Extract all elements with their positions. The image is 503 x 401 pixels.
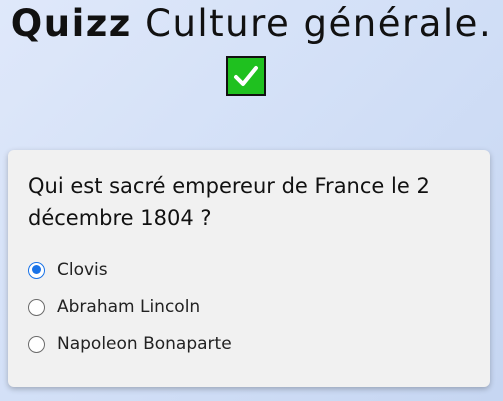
question-text: Qui est sacré empereur de France le 2 dé… bbox=[28, 174, 430, 230]
page-title: Quizz Culture générale. bbox=[0, 2, 503, 45]
answer-option-abraham-lincoln[interactable]: Abraham Lincoln bbox=[28, 295, 200, 319]
question-card: Qui est sacré empereur de France le 2 dé… bbox=[8, 150, 490, 387]
title-subject: Culture générale. bbox=[131, 2, 493, 45]
title-bold-word: Quizz bbox=[10, 2, 132, 45]
answer-option-napoleon-bonaparte[interactable]: Napoleon Bonaparte bbox=[28, 332, 232, 356]
answer-label-napoleon-bonaparte: Napoleon Bonaparte bbox=[57, 334, 232, 354]
checkmark-icon bbox=[226, 56, 266, 96]
radio-button-napoleon-bonaparte[interactable] bbox=[28, 335, 45, 353]
answer-option-clovis[interactable]: Clovis bbox=[28, 258, 108, 282]
radio-button-clovis[interactable] bbox=[28, 261, 45, 279]
answer-label-abraham-lincoln: Abraham Lincoln bbox=[57, 297, 201, 317]
answer-label-clovis: Clovis bbox=[57, 260, 108, 280]
radio-button-abraham-lincoln[interactable] bbox=[28, 298, 45, 316]
